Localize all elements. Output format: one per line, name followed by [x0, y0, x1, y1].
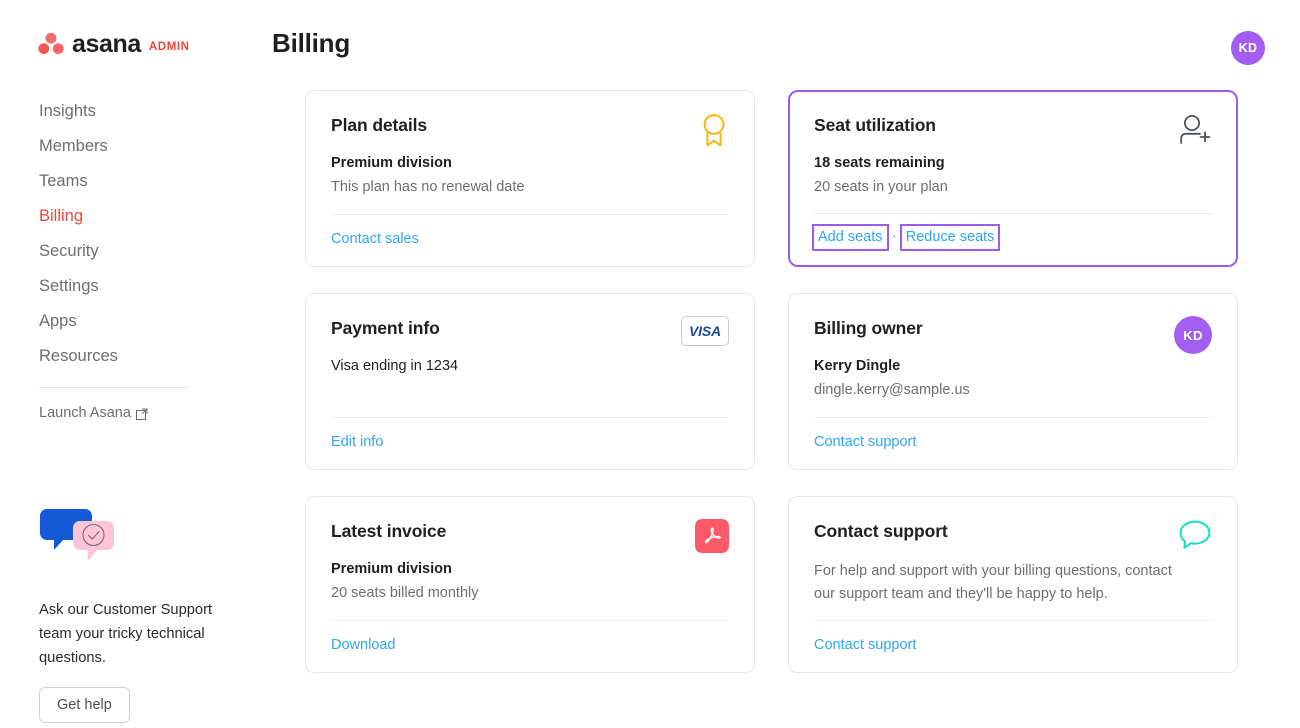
sidebar-item-members[interactable]: Members — [0, 129, 272, 164]
sidebar-item-security[interactable]: Security — [0, 234, 272, 269]
edit-info-link[interactable]: Edit info — [331, 434, 383, 450]
reduce-seats-link[interactable]: Reduce seats — [900, 224, 1001, 251]
page-title: Billing — [272, 28, 350, 59]
add-person-icon — [1178, 113, 1212, 150]
billing-owner-email: dingle.kerry@sample.us — [814, 382, 1212, 398]
sidebar-item-insights[interactable]: Insights — [0, 94, 272, 129]
plan-renewal: This plan has no renewal date — [331, 179, 729, 195]
contact-support-link[interactable]: Contact support — [814, 434, 916, 450]
card-plan-details: Plan details Premium division This plan … — [305, 90, 755, 267]
link-separator: · — [892, 228, 896, 243]
pdf-file-icon — [695, 519, 729, 553]
card-footer: Download — [331, 620, 729, 672]
card-title: Contact support — [814, 521, 1212, 542]
billing-admin-page: asana ADMIN Insights Members Teams Billi… — [0, 0, 1300, 728]
plan-name: Premium division — [331, 155, 729, 171]
seats-remaining: 18 seats remaining — [814, 155, 1212, 171]
card-footer: Contact support — [814, 417, 1212, 469]
chat-bubbles-check-icon — [39, 505, 125, 567]
visa-card-icon: VISA — [681, 316, 729, 346]
payment-card-number: Visa ending in 1234 — [331, 358, 729, 374]
sidebar-item-teams[interactable]: Teams — [0, 164, 272, 199]
card-footer: Contact sales — [331, 214, 729, 266]
card-title: Payment info — [331, 318, 729, 339]
sidebar-item-apps[interactable]: Apps — [0, 304, 272, 339]
speech-bubble-icon — [1178, 519, 1212, 556]
download-invoice-link[interactable]: Download — [331, 637, 396, 653]
sidebar: asana ADMIN Insights Members Teams Billi… — [0, 0, 272, 728]
contact-sales-link[interactable]: Contact sales — [331, 231, 419, 247]
card-title: Billing owner — [814, 318, 1212, 339]
sidebar-nav: Insights Members Teams Billing Security … — [0, 94, 272, 374]
get-help-button[interactable]: Get help — [39, 687, 130, 723]
sidebar-item-settings[interactable]: Settings — [0, 269, 272, 304]
card-title: Latest invoice — [331, 521, 729, 542]
support-promo: Ask our Customer Support team your trick… — [39, 505, 239, 723]
seats-in-plan: 20 seats in your plan — [814, 179, 1212, 195]
avatar[interactable]: KD — [1231, 31, 1265, 65]
card-latest-invoice: Latest invoice Premium division 20 seats… — [305, 496, 755, 673]
user-avatar-icon: KD — [1174, 316, 1212, 354]
sidebar-item-resources[interactable]: Resources — [0, 339, 272, 374]
support-promo-text: Ask our Customer Support team your trick… — [39, 599, 239, 670]
sidebar-item-billing[interactable]: Billing — [0, 199, 272, 234]
card-seat-utilization: Seat utilization 18 seats remaining 20 s… — [788, 90, 1238, 267]
sidebar-divider — [39, 387, 189, 388]
award-ribbon-icon — [699, 113, 729, 152]
billing-cards-grid: Plan details Premium division This plan … — [305, 90, 1240, 673]
visa-badge-label: VISA — [681, 316, 729, 346]
card-payment-info: Payment info Visa ending in 1234 VISA Ed… — [305, 293, 755, 470]
billing-owner-name: Kerry Dingle — [814, 358, 1212, 374]
card-footer: Add seats · Reduce seats — [814, 213, 1212, 265]
contact-support-description: For help and support with your billing q… — [814, 560, 1189, 606]
brand-admin-label: ADMIN — [149, 41, 190, 53]
card-footer: Edit info — [331, 417, 729, 469]
contact-support-link[interactable]: Contact support — [814, 637, 916, 653]
card-title: Seat utilization — [814, 115, 1212, 136]
brand-name: asana — [72, 32, 141, 57]
billing-owner-avatar: KD — [1174, 316, 1212, 354]
launch-asana-link[interactable]: Launch Asana — [0, 405, 272, 421]
launch-asana-label: Launch Asana — [39, 405, 131, 421]
brand-logo-area[interactable]: asana ADMIN — [0, 28, 272, 58]
add-seats-link[interactable]: Add seats — [812, 224, 889, 251]
asana-dots-logo-icon — [38, 31, 64, 55]
card-billing-owner: Billing owner Kerry Dingle dingle.kerry@… — [788, 293, 1238, 470]
external-link-icon — [136, 407, 148, 419]
card-title: Plan details — [331, 115, 729, 136]
invoice-seats: 20 seats billed monthly — [331, 585, 729, 601]
card-contact-support: Contact support For help and support wit… — [788, 496, 1238, 673]
card-footer: Contact support — [814, 620, 1212, 672]
invoice-plan: Premium division — [331, 561, 729, 577]
